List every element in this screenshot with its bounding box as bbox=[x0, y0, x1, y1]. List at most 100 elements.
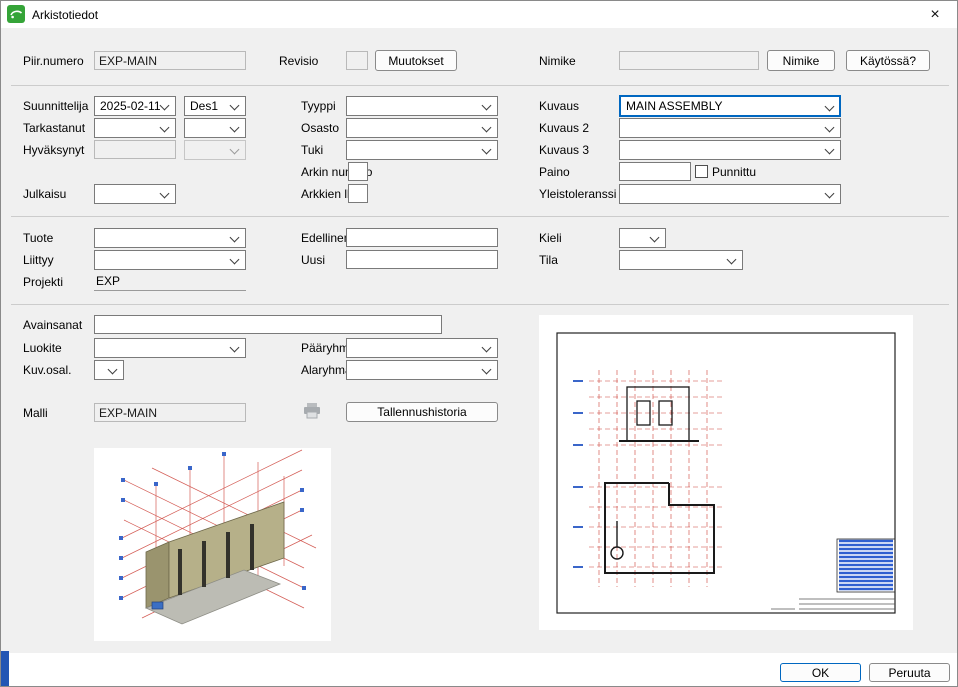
luokite-label: Luokite bbox=[23, 338, 62, 358]
luokite-combo[interactable] bbox=[94, 338, 246, 358]
malli-field[interactable] bbox=[94, 403, 246, 422]
window-title: Arkistotiedot bbox=[32, 8, 98, 22]
kuvaus3-label: Kuvaus 3 bbox=[539, 140, 589, 160]
kieli-label: Kieli bbox=[539, 228, 562, 248]
tuote-label: Tuote bbox=[23, 228, 53, 248]
projekti-label: Projekti bbox=[23, 272, 63, 292]
nimike-button[interactable]: Nimike bbox=[767, 50, 835, 71]
liittyy-label: Liittyy bbox=[23, 250, 54, 270]
avainsanat-field[interactable] bbox=[94, 315, 442, 334]
chevron-down-icon bbox=[160, 189, 170, 199]
tila-label: Tila bbox=[539, 250, 558, 270]
alaryhma-combo[interactable] bbox=[346, 360, 498, 380]
kuvaus2-label: Kuvaus 2 bbox=[539, 118, 589, 138]
drawing-2d-sheet bbox=[539, 315, 913, 630]
chevron-down-icon bbox=[482, 343, 492, 353]
kuvaus2-combo[interactable] bbox=[619, 118, 841, 138]
tarkastanut-label: Tarkastanut bbox=[23, 118, 85, 138]
tallennushistoria-button[interactable]: Tallennushistoria bbox=[346, 402, 498, 422]
yleistoleranssi-combo[interactable] bbox=[619, 184, 841, 204]
chevron-down-icon bbox=[230, 123, 240, 133]
malli-label: Malli bbox=[23, 403, 48, 423]
ok-button[interactable]: OK bbox=[780, 663, 861, 682]
tila-combo[interactable] bbox=[619, 250, 743, 270]
kuv-osal-label: Kuv.osal. bbox=[23, 360, 71, 380]
titlebar: Arkistotiedot × bbox=[1, 1, 957, 28]
drawing-2d-preview bbox=[539, 315, 913, 630]
tarkastanut-date-combo[interactable] bbox=[94, 118, 176, 138]
kuv-osal-combo[interactable] bbox=[94, 360, 124, 380]
revisio-label: Revisio bbox=[279, 51, 318, 71]
hyvaksynyt-field[interactable] bbox=[94, 140, 176, 159]
kuvaus-label: Kuvaus bbox=[539, 96, 579, 116]
yleistoleranssi-label: Yleistoleranssi bbox=[539, 184, 616, 204]
chevron-down-icon bbox=[825, 123, 835, 133]
kaytossa-button[interactable]: Käytössä? bbox=[846, 50, 930, 71]
suunnittelija-designer-value: Des1 bbox=[190, 99, 218, 113]
background-edge-strip bbox=[1, 651, 9, 686]
kuvaus-value: MAIN ASSEMBLY bbox=[626, 99, 722, 113]
chevron-down-icon bbox=[230, 343, 240, 353]
tarkastanut-person-combo[interactable] bbox=[184, 118, 246, 138]
chevron-down-icon bbox=[230, 145, 240, 155]
peruuta-button[interactable]: Peruuta bbox=[869, 663, 950, 682]
piir-numero-label: Piir.numero bbox=[23, 51, 84, 71]
projekti-field: EXP bbox=[94, 272, 246, 291]
app-icon bbox=[7, 5, 25, 23]
suunnittelija-label: Suunnittelija bbox=[23, 96, 88, 116]
edellinen-field[interactable] bbox=[346, 228, 498, 247]
chevron-down-icon bbox=[482, 123, 492, 133]
alaryhma-label: Alaryhmä bbox=[301, 360, 352, 380]
chevron-down-icon bbox=[825, 102, 835, 112]
chevron-down-icon bbox=[650, 233, 660, 243]
tuki-label: Tuki bbox=[301, 140, 323, 160]
paaryhma-combo[interactable] bbox=[346, 338, 498, 358]
piir-numero-field[interactable] bbox=[94, 51, 246, 70]
liittyy-combo[interactable] bbox=[94, 250, 246, 270]
uusi-field[interactable] bbox=[346, 250, 498, 269]
revisio-field[interactable] bbox=[346, 51, 368, 70]
projekti-value: EXP bbox=[96, 274, 120, 288]
kieli-combo[interactable] bbox=[619, 228, 666, 248]
close-icon: × bbox=[930, 6, 939, 24]
punnittu-checkbox[interactable] bbox=[695, 165, 708, 178]
chevron-down-icon bbox=[482, 101, 492, 111]
kuvaus-combo[interactable]: MAIN ASSEMBLY bbox=[619, 95, 841, 117]
osasto-combo[interactable] bbox=[346, 118, 498, 138]
print-button[interactable] bbox=[302, 402, 324, 422]
tyyppi-label: Tyyppi bbox=[301, 96, 336, 116]
tyyppi-combo[interactable] bbox=[346, 96, 498, 116]
printer-icon bbox=[302, 402, 322, 420]
edellinen-label: Edellinen bbox=[301, 228, 350, 248]
chevron-down-icon bbox=[160, 101, 170, 111]
julkaisu-label: Julkaisu bbox=[23, 184, 66, 204]
arkin-numero-field[interactable] bbox=[348, 162, 368, 181]
model-3d-preview bbox=[94, 448, 331, 641]
separator bbox=[11, 216, 949, 217]
tuote-combo[interactable] bbox=[94, 228, 246, 248]
model-3d-drawing bbox=[94, 448, 331, 641]
avainsanat-label: Avainsanat bbox=[23, 315, 82, 335]
chevron-down-icon bbox=[825, 189, 835, 199]
suunnittelija-designer-combo[interactable]: Des1 bbox=[184, 96, 246, 116]
julkaisu-combo[interactable] bbox=[94, 184, 176, 204]
chevron-down-icon bbox=[230, 233, 240, 243]
arkistotiedot-dialog: Arkistotiedot × Piir.numero Revisio Muut… bbox=[0, 0, 958, 687]
tuki-combo[interactable] bbox=[346, 140, 498, 160]
uusi-label: Uusi bbox=[301, 250, 325, 270]
chevron-down-icon bbox=[482, 145, 492, 155]
suunnittelija-date-value: 2025-02-11 bbox=[100, 99, 161, 113]
suunnittelija-date-combo[interactable]: 2025-02-11 bbox=[94, 96, 176, 116]
hyvaksynyt-person-combo[interactable] bbox=[184, 140, 246, 160]
chevron-down-icon bbox=[160, 123, 170, 133]
nimike-field[interactable] bbox=[619, 51, 759, 70]
muutokset-button[interactable]: Muutokset bbox=[375, 50, 457, 71]
close-button[interactable]: × bbox=[913, 1, 957, 28]
paino-label: Paino bbox=[539, 162, 570, 182]
paino-field[interactable] bbox=[619, 162, 691, 181]
osasto-label: Osasto bbox=[301, 118, 339, 138]
kuvaus3-combo[interactable] bbox=[619, 140, 841, 160]
hyvaksynyt-label: Hyväksynyt bbox=[23, 140, 84, 160]
chevron-down-icon bbox=[825, 145, 835, 155]
arkkien-lkm-field[interactable] bbox=[348, 184, 368, 203]
